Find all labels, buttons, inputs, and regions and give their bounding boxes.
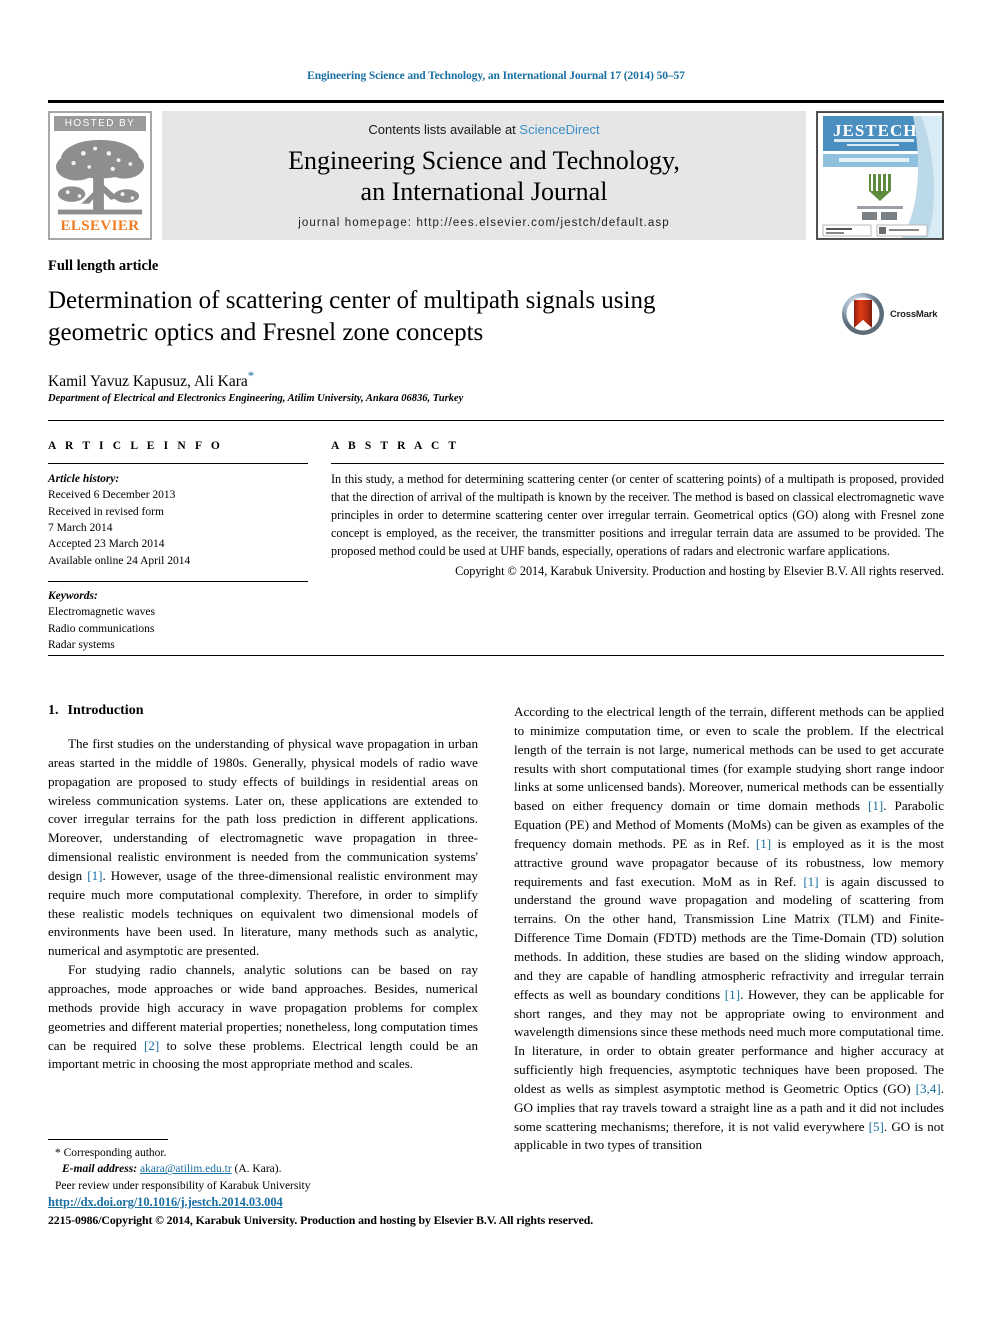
email-note: E-mail address: akara@atilim.edu.tr (A. …	[48, 1161, 478, 1177]
body-column-left: 1. Introduction The first studies on the …	[48, 703, 478, 1074]
running-head: Engineering Science and Technology, an I…	[307, 70, 685, 82]
article-info-rule	[48, 463, 308, 464]
history-item: Received in revised form	[48, 505, 164, 518]
page-title: Determination of scattering center of mu…	[48, 287, 656, 346]
abstract-copyright: Copyright © 2014, Karabuk University. Pr…	[455, 563, 944, 578]
history-item: Accepted 23 March 2014	[48, 538, 165, 551]
svg-text:JESTECH: JESTECH	[833, 121, 917, 140]
section-number: 1.	[48, 703, 59, 718]
journal-title: Engineering Science and Technology, an I…	[288, 146, 680, 207]
article-history: Article history: Received 6 December 201…	[48, 471, 308, 569]
hosted-by-label: HOSTED BY	[54, 116, 146, 131]
history-item: 7 March 2014	[48, 521, 113, 534]
footnote-block: * Corresponding author. E-mail address: …	[48, 1139, 478, 1194]
journal-masthead: HOSTED BY ELSEVIER Contents lists availa…	[48, 100, 944, 240]
section-title: Introduction	[67, 703, 144, 718]
journal-cover-thumbnail: JESTECH	[816, 111, 944, 240]
article-history-label: Article history:	[48, 473, 120, 485]
citation-ref[interactable]: [1]	[87, 868, 102, 883]
citation-ref[interactable]: [5]	[869, 1119, 884, 1134]
corresponding-author-note: * Corresponding author.	[55, 1147, 167, 1159]
elsevier-hosted-by-logo: HOSTED BY ELSEVIER	[48, 111, 152, 240]
citation-ref[interactable]: [1]	[725, 987, 740, 1002]
body-column-right: According to the electrical length of th…	[514, 703, 944, 1155]
doi-block: http://dx.doi.org/10.1016/j.jestch.2014.…	[48, 1195, 748, 1228]
journal-title-band: Contents lists available at ScienceDirec…	[162, 111, 806, 240]
article-type-label: Full length article	[48, 258, 159, 274]
sciencedirect-link[interactable]: ScienceDirect	[519, 122, 599, 137]
corresponding-author-marker: *	[247, 368, 255, 383]
citation-ref[interactable]: [1]	[868, 798, 883, 813]
history-item: Received 6 December 2013	[48, 489, 176, 502]
affiliation: Department of Electrical and Electronics…	[48, 393, 464, 404]
abstract-heading: A B S T R A C T	[331, 440, 460, 452]
info-block-top-rule	[48, 420, 944, 421]
keywords-block: Keywords: Electromagnetic waves Radio co…	[48, 588, 308, 653]
abstract-text: In this study, a method for determining …	[331, 472, 944, 558]
journal-title-line-1: Engineering Science and Technology,	[288, 145, 680, 175]
email-suffix: (A. Kara).	[234, 1163, 282, 1176]
abstract-column: A B S T R A C T In this study, a method …	[331, 440, 944, 581]
author-list: Kamil Yavuz Kapusuz, Ali Kara*	[48, 368, 254, 391]
journal-homepage-link[interactable]: journal homepage: http://ees.elsevier.co…	[298, 217, 670, 229]
article-info-heading: A R T I C L E I N F O	[48, 440, 223, 452]
section-heading-introduction: 1. Introduction	[48, 703, 478, 719]
keyword-item: Electromagnetic waves	[48, 606, 155, 619]
journal-title-line-2: an International Journal	[360, 176, 608, 206]
email-label: E-mail address:	[62, 1163, 138, 1176]
info-block-bottom-rule	[48, 655, 944, 656]
citation-ref[interactable]: [1]	[803, 874, 818, 889]
elsevier-wordmark: ELSEVIER	[60, 218, 140, 235]
contents-available-line: Contents lists available at ScienceDirec…	[368, 122, 599, 137]
crossmark-badge[interactable]: CrossMark	[841, 292, 941, 336]
crossmark-icon	[842, 293, 884, 335]
citation-ref[interactable]: [3,4]	[916, 1081, 941, 1096]
citation-ref[interactable]: [2]	[144, 1038, 159, 1053]
doi-link[interactable]: http://dx.doi.org/10.1016/j.jestch.2014.…	[48, 1195, 748, 1210]
issn-copyright-line: 2215-0986/Copyright © 2014, Karabuk Univ…	[48, 1213, 594, 1227]
keyword-item: Radio communications	[48, 622, 155, 635]
paragraph: According to the electrical length of th…	[514, 704, 945, 1153]
peer-review-note: Peer review under responsibility of Kara…	[55, 1179, 311, 1192]
email-link[interactable]: akara@atilim.edu.tr	[140, 1163, 232, 1175]
abstract-rule	[331, 463, 944, 464]
contents-prefix: Contents lists available at	[368, 121, 520, 137]
article-first-page: Engineering Science and Technology, an I…	[0, 0, 992, 1323]
footnote-rule	[48, 1139, 168, 1140]
keywords-label: Keywords:	[48, 589, 98, 602]
article-info-column: A R T I C L E I N F O Article history: R…	[48, 440, 308, 653]
paragraph: The first studies on the understanding o…	[48, 736, 478, 959]
history-item: Available online 24 April 2014	[48, 554, 191, 567]
keyword-item: Radar systems	[48, 638, 115, 651]
author-names: Kamil Yavuz Kapusuz, Ali Kara	[48, 373, 248, 391]
crossmark-label: CrossMark	[890, 308, 938, 320]
keywords-rule	[48, 580, 308, 582]
citation-ref[interactable]: [1]	[756, 836, 771, 851]
paragraph: For studying radio channels, analytic so…	[48, 962, 478, 1072]
elsevier-tree-icon	[54, 134, 146, 220]
